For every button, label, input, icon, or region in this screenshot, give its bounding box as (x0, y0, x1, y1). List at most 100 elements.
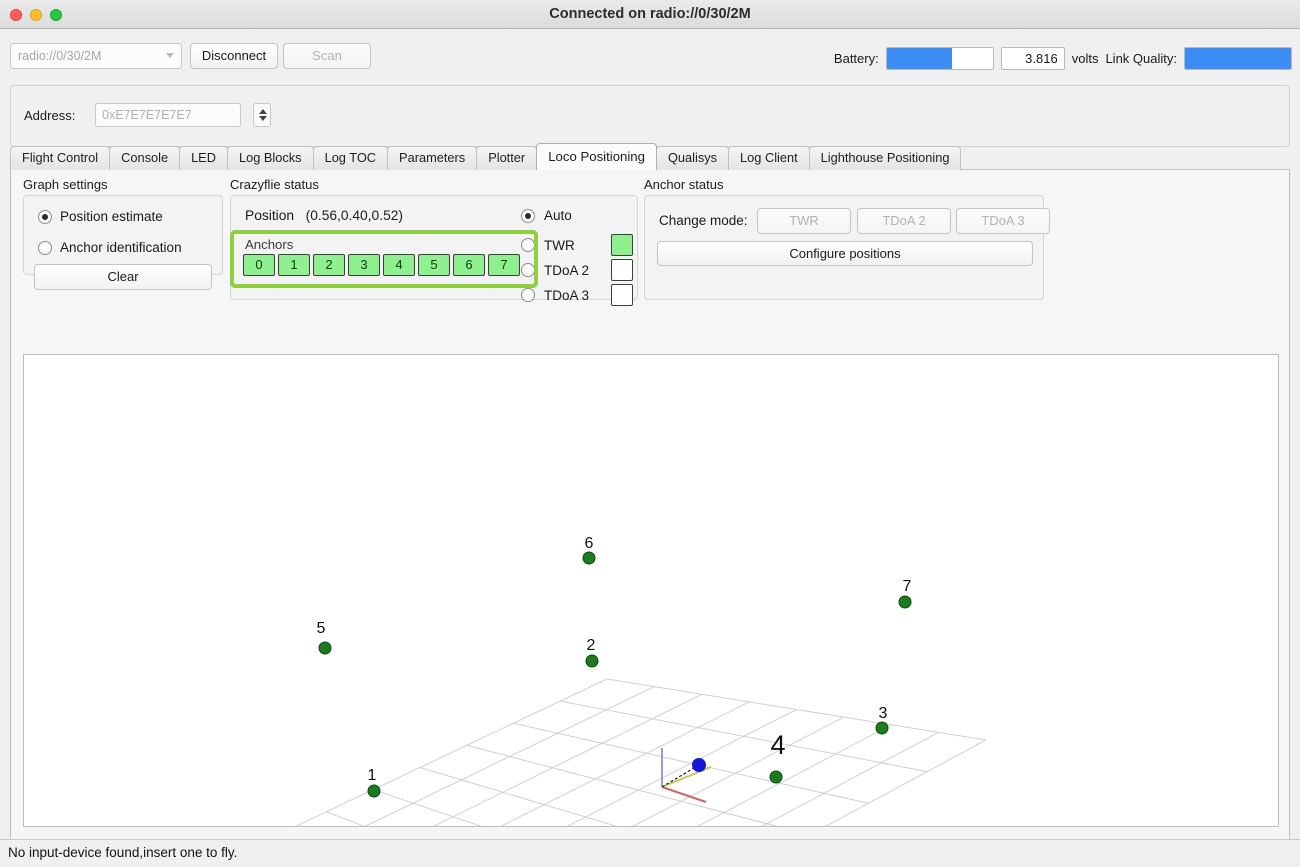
stepper-down-icon[interactable] (259, 116, 267, 121)
radio-anchor-identification[interactable]: Anchor identification (38, 240, 182, 255)
mode-radio-tdoa3[interactable]: TDoA 3 (521, 284, 633, 306)
anchor-chip-4[interactable]: 4 (383, 254, 415, 276)
position-label: Position (245, 208, 295, 223)
radio-indicator-tdoa2[interactable] (521, 263, 535, 277)
anchor-marker-2[interactable] (585, 654, 599, 668)
link-quality-label: Link Quality: (1105, 50, 1177, 66)
window-controls[interactable] (10, 9, 62, 21)
change-mode-tdoa2-button: TDoA 2 (857, 208, 951, 234)
battery-voltage-value: 3.816 (1000, 46, 1065, 70)
tab-flight-control[interactable]: Flight Control (10, 146, 111, 170)
tab-console[interactable]: Console (109, 146, 181, 170)
grid-line (500, 701, 750, 826)
window-titlebar: Connected on radio://0/30/2M (0, 0, 1300, 29)
plot-canvas[interactable]: 01234567 (24, 355, 1278, 826)
window-title: Connected on radio://0/30/2M (549, 6, 751, 22)
anchor-chip-1[interactable]: 1 (278, 254, 310, 276)
anchor-label-1: 1 (368, 767, 377, 784)
zoom-button[interactable] (50, 9, 62, 21)
radio-indicator-position-estimate[interactable] (38, 209, 52, 224)
anchor-status-group: Change mode: TWR TDoA 2 TDoA 3 Configure… (644, 195, 1050, 300)
radio-label-position-estimate: Position estimate (60, 209, 163, 224)
radio-indicator-anchor-identification[interactable] (38, 240, 52, 255)
disconnect-button[interactable]: Disconnect (190, 43, 278, 69)
minimize-button[interactable] (30, 9, 42, 21)
tab-log-blocks[interactable]: Log Blocks (226, 146, 314, 170)
crazyflie-status-caption: Crazyflie status (230, 177, 319, 192)
address-group: Address: 0xE7E7E7E7E7 (10, 85, 1290, 147)
anchor-marker-6[interactable] (582, 551, 596, 565)
anchor-marker-1[interactable] (367, 784, 381, 798)
anchor-status-caption: Anchor status (644, 177, 724, 192)
anchor-chip-3[interactable]: 3 (348, 254, 380, 276)
anchor-label-6: 6 (585, 535, 594, 552)
battery-gauge (885, 46, 994, 70)
connection-toolbar: radio://0/30/2M Disconnect Scan Battery:… (0, 43, 1300, 75)
change-mode-label: Change mode: (659, 213, 748, 228)
tab-lighthouse-positioning[interactable]: Lighthouse Positioning (808, 146, 962, 170)
anchor-chip-7[interactable]: 7 (488, 254, 520, 276)
grid-line (326, 811, 365, 826)
graph-settings-group: Position estimate Anchor identification … (23, 195, 223, 290)
tab-loco-positioning[interactable]: Loco Positioning (536, 143, 657, 170)
anchor-chip-5[interactable]: 5 (418, 254, 450, 276)
configure-positions-button[interactable]: Configure positions (657, 241, 1033, 266)
loco-positioning-panel: Graph settings Position estimate Anchor … (10, 170, 1290, 840)
clear-button[interactable]: Clear (34, 264, 212, 290)
grid-line (566, 709, 797, 826)
mode-radio-tdoa2[interactable]: TDoA 2 (521, 259, 633, 281)
radio-indicator-auto[interactable] (521, 208, 535, 223)
radio-indicator-twr[interactable] (521, 238, 535, 252)
stepper-up-icon[interactable] (259, 109, 267, 114)
mode-radio-twr[interactable]: TWR (521, 234, 633, 256)
anchors-label: Anchors (245, 237, 294, 252)
tab-log-client[interactable]: Log Client (728, 146, 810, 170)
plot-axes (661, 748, 712, 803)
anchor-label-4: 4 (770, 730, 785, 760)
connection-uri-select[interactable]: radio://0/30/2M (10, 43, 182, 69)
radio-indicator-tdoa3[interactable] (521, 288, 535, 302)
anchor-marker-4[interactable] (769, 770, 783, 784)
battery-gauge-fill (886, 47, 953, 69)
tab-parameters[interactable]: Parameters (387, 146, 478, 170)
battery-label: Battery: (833, 50, 879, 66)
address-stepper[interactable] (253, 103, 271, 127)
chevron-down-icon (166, 53, 174, 58)
tab-log-toc[interactable]: Log TOC (312, 146, 389, 170)
graph-settings-caption: Graph settings (23, 177, 108, 192)
position-plot-3d[interactable]: 01234567 (23, 354, 1279, 827)
status-indicators: Battery: 3.816 volts Link Quality: (834, 45, 1292, 71)
address-placeholder: 0xE7E7E7E7E7 (102, 108, 192, 122)
app-body: radio://0/30/2M Disconnect Scan Battery:… (0, 29, 1300, 840)
tab-strip[interactable]: Flight Control Console LED Log Blocks Lo… (10, 143, 962, 170)
anchor-chip-6[interactable]: 6 (453, 254, 485, 276)
anchor-chip-2[interactable]: 2 (313, 254, 345, 276)
mode-radio-auto[interactable]: Auto (521, 208, 602, 223)
address-input[interactable]: 0xE7E7E7E7E7 (95, 103, 241, 127)
mode-indicator-tdoa3 (611, 284, 633, 306)
crazyflie-marker[interactable] (692, 758, 706, 772)
status-bar: No input-device found,insert one to fly. (0, 839, 1300, 867)
close-button[interactable] (10, 9, 22, 21)
crazyflie-status-group: Position (0.56,0.40,0.52) Anchors 0 1 2 … (230, 195, 638, 306)
tab-qualisys[interactable]: Qualisys (655, 146, 730, 170)
anchor-marker-3[interactable] (875, 721, 889, 735)
grid-line (606, 678, 987, 741)
tab-led[interactable]: LED (179, 146, 228, 170)
anchor-label-2: 2 (587, 637, 596, 654)
anchor-marker-5[interactable] (318, 641, 332, 655)
link-quality-gauge (1184, 46, 1292, 70)
grid-line (513, 722, 869, 804)
scan-button: Scan (283, 43, 371, 69)
tab-plotter[interactable]: Plotter (476, 146, 538, 170)
radio-position-estimate[interactable]: Position estimate (38, 209, 163, 224)
address-label: Address: (24, 108, 76, 123)
mode-indicator-twr (611, 234, 633, 256)
anchor-chip-0[interactable]: 0 (243, 254, 275, 276)
change-mode-twr-button: TWR (757, 208, 851, 234)
grid-line (761, 731, 939, 826)
anchor-marker-7[interactable] (898, 595, 912, 609)
mode-label-tdoa2: TDoA 2 (544, 262, 590, 278)
volts-unit-label: volts (1071, 50, 1099, 66)
mode-label-auto: Auto (544, 208, 572, 223)
